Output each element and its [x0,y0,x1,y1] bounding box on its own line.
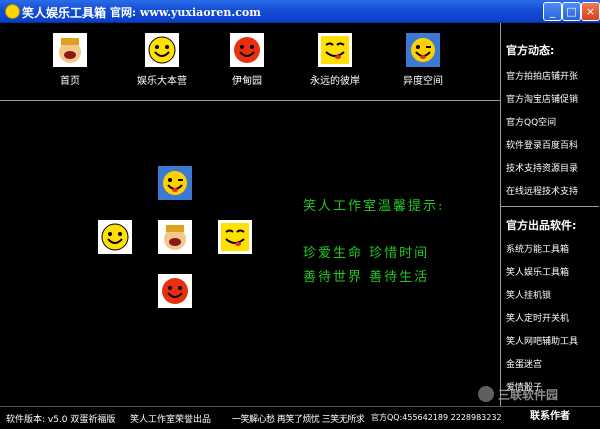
news-link[interactable]: 官方淘宝店铺促销 [502,89,598,112]
watermark-logo-icon [478,386,494,402]
slogan-label: 一笑解心愁 再笑了烦忧 三笑无所求 [232,415,365,425]
window-title: 笑人娱乐工具箱 [22,6,107,20]
smiley-icon[interactable] [98,220,132,254]
product-link[interactable]: 笑人网吧辅助工具 [502,331,598,354]
products-panel: 官方出品软件: 系统万能工具箱 笑人娱乐工具箱 笑人挂机锁 笑人定时开关机 笑人… [502,217,598,400]
red-smiley-icon[interactable] [158,274,192,308]
nav-home[interactable]: 首页 [30,31,110,87]
smiley-icon [145,33,179,67]
laughing-man-icon[interactable] [158,220,192,254]
news-link[interactable]: 软件登录百度百科 [502,135,598,158]
app-icon [5,4,20,19]
nav-label: 伊甸园 [232,76,262,87]
tongue-smiley-icon [318,33,352,67]
news-link[interactable]: 在线远程技术支持 [502,181,598,204]
product-link[interactable]: 笑人娱乐工具箱 [502,262,598,285]
version-label: 软件版本: v5.0 双蛋祈福版 [6,415,116,425]
news-title: 官方动态: [506,44,555,57]
product-link[interactable]: 笑人挂机锁 [502,285,598,308]
contact-author-button[interactable]: 联系作者 [502,406,598,428]
product-link[interactable]: 系统万能工具箱 [502,239,598,262]
news-link[interactable]: 官方拍拍店铺开张 [502,66,598,89]
studio-label: 笑人工作室荣誉出品 [130,415,212,425]
wink-smiley-icon [406,33,440,67]
divider [501,206,599,207]
product-link[interactable]: 笑人定时开关机 [502,308,598,331]
nav-label: 首页 [60,76,80,87]
nav-entertainment[interactable]: 娱乐大本营 [122,31,202,87]
nav-label: 异度空间 [403,76,443,87]
watermark: 三联软件园 [478,384,598,406]
tip-line: 珍爱生命 珍惜时间 [303,246,430,261]
divider [0,100,500,101]
news-link[interactable]: 官方QQ空间 [502,112,598,135]
laughing-man-icon [53,33,87,67]
nav-other-shore[interactable]: 永远的彼岸 [295,31,375,87]
tip-line: 善待世界 善待生活 [303,270,430,285]
divider [500,23,501,406]
minimize-button[interactable]: _ [543,2,562,21]
close-button[interactable]: × [581,2,600,21]
nav-eden[interactable]: 伊甸园 [207,31,287,87]
red-smiley-icon [230,33,264,67]
title-bar: 笑人娱乐工具箱 官网: www.yuxiaoren.com _ □ × [0,0,600,23]
website-label: 官网: www.yuxiaoren.com [110,6,261,19]
top-navigation: 首页 娱乐大本营 伊甸园 永远的彼岸 异度空间 [0,23,500,100]
maximize-button[interactable]: □ [562,2,581,21]
qq-label: 官方QQ:455642189 2228983232 [371,413,502,422]
news-link[interactable]: 技术支持资源目录 [502,158,598,181]
nav-label: 永远的彼岸 [310,76,360,87]
nav-alt-space[interactable]: 异度空间 [383,31,463,87]
tip-title: 笑人工作室温馨提示: [303,199,445,214]
wink-smiley-icon[interactable] [158,166,192,200]
nav-label: 娱乐大本营 [137,76,187,87]
product-link[interactable]: 金蛋迷宫 [502,354,598,377]
news-panel: 官方动态: 官方拍拍店铺开张 官方淘宝店铺促销 官方QQ空间 软件登录百度百科 … [502,42,598,204]
products-title: 官方出品软件: [506,219,577,232]
tongue-smiley-icon[interactable] [218,220,252,254]
watermark-text: 三联软件园 [498,388,559,402]
